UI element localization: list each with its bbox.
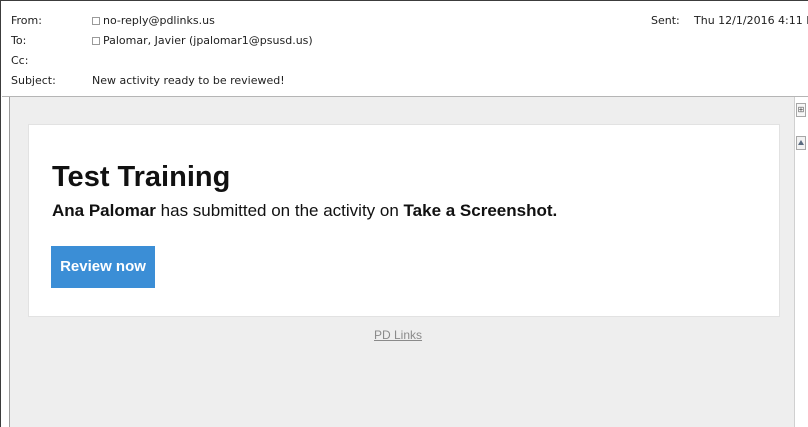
cc-label: Cc: bbox=[11, 54, 29, 67]
to-label: To: bbox=[11, 34, 27, 47]
from-address[interactable]: no-reply@pdlinks.us bbox=[103, 13, 215, 29]
to-address[interactable]: Palomar, Javier (jpalomar1@psusd.us) bbox=[103, 33, 313, 49]
training-title: Test Training bbox=[52, 161, 231, 193]
sent-label: Sent: bbox=[651, 14, 680, 27]
notification-card: Test Training Ana Palomar has submitted … bbox=[28, 124, 780, 317]
to-value[interactable]: Palomar, Javier (jpalomar1@psusd.us) bbox=[92, 33, 313, 49]
contact-checkbox-icon bbox=[92, 37, 100, 45]
submitter-name: Ana Palomar bbox=[52, 201, 156, 220]
sent-value: Thu 12/1/2016 4:11 PM bbox=[694, 14, 808, 27]
scroll-grip-icon[interactable]: ⊞ bbox=[796, 103, 806, 117]
vertical-scrollbar[interactable]: ⊞ bbox=[794, 97, 808, 427]
scroll-up-arrow-icon[interactable] bbox=[796, 136, 806, 150]
activity-name: Take a Screenshot. bbox=[403, 201, 558, 220]
from-value[interactable]: no-reply@pdlinks.us bbox=[92, 13, 215, 29]
subject-value: New activity ready to be reviewed! bbox=[92, 74, 285, 87]
subject-label: Subject: bbox=[11, 74, 56, 87]
pd-links-link[interactable]: PD Links bbox=[374, 328, 422, 342]
from-label: From: bbox=[11, 14, 42, 27]
contact-checkbox-icon bbox=[92, 17, 100, 25]
review-now-button[interactable]: Review now bbox=[51, 246, 155, 288]
submission-message: Ana Palomar has submitted on the activit… bbox=[52, 200, 557, 222]
submission-text: has submitted on the activity on bbox=[155, 201, 404, 220]
